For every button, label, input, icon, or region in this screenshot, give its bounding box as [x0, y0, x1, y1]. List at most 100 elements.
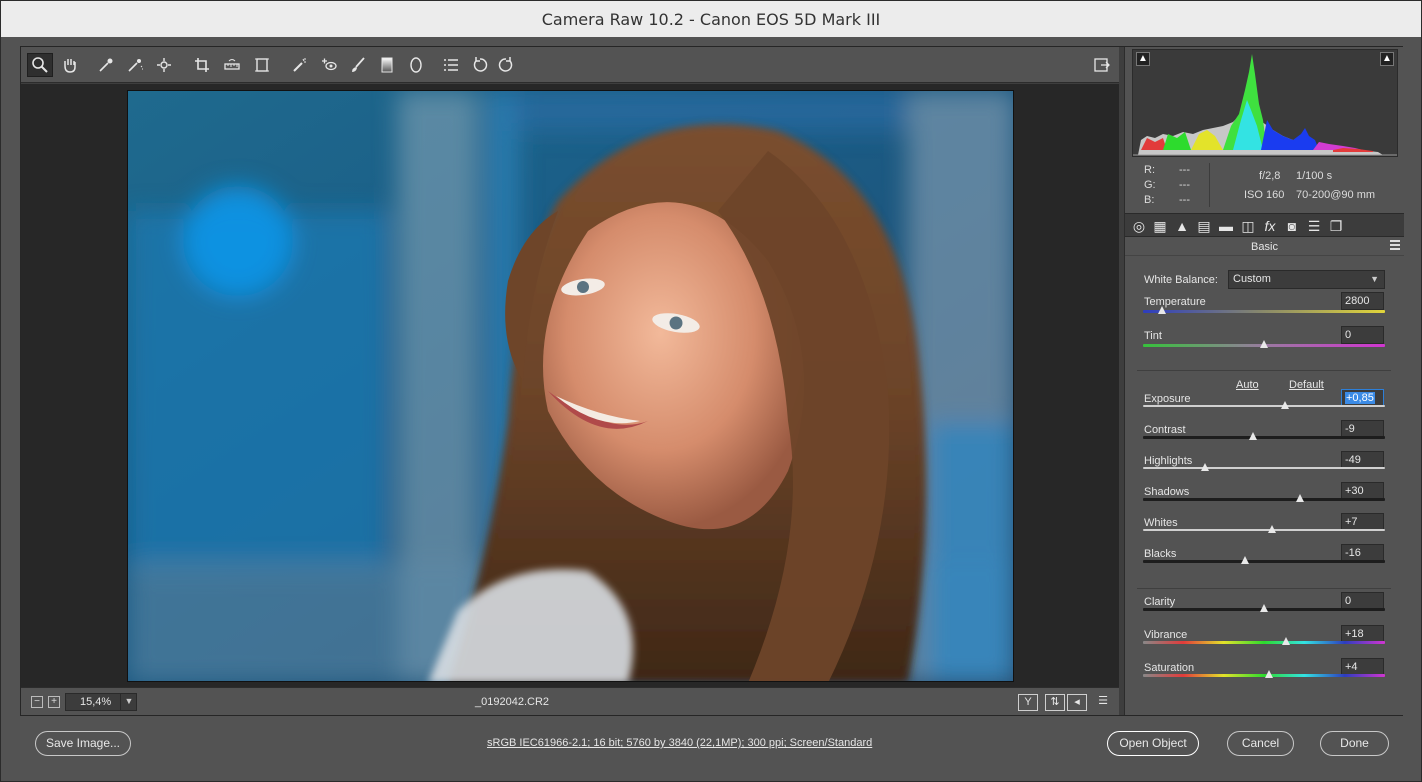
- transform-icon[interactable]: [249, 53, 275, 77]
- temperature-value: 2800: [1345, 295, 1370, 307]
- clarity-label: Clarity: [1144, 596, 1176, 608]
- vibrance-slider-thumb[interactable]: [1281, 637, 1290, 645]
- effects-tab-icon[interactable]: fx: [1261, 217, 1279, 235]
- basic-tab-icon[interactable]: ◎: [1130, 217, 1148, 235]
- presets-tab-icon[interactable]: ☰: [1305, 217, 1323, 235]
- exposure-label: Exposure: [1144, 393, 1191, 405]
- temperature-slider-track[interactable]: [1143, 310, 1385, 313]
- highlights-slider-thumb[interactable]: [1200, 463, 1209, 471]
- contrast-label: Contrast: [1144, 424, 1186, 436]
- graduated-filter-icon[interactable]: [374, 53, 400, 77]
- swap-settings-icon[interactable]: ⇅: [1045, 694, 1065, 711]
- blacks-label: Blacks: [1144, 548, 1177, 560]
- tint-value-input[interactable]: 0: [1341, 326, 1384, 344]
- tint-value: 0: [1345, 329, 1352, 341]
- radial-filter-icon[interactable]: [403, 53, 429, 77]
- temperature-slider-thumb[interactable]: [1158, 306, 1167, 314]
- saturation-value: +4: [1345, 661, 1358, 673]
- temperature-label: Temperature: [1144, 296, 1206, 308]
- blacks-slider-thumb[interactable]: [1240, 556, 1249, 564]
- rotate-ccw-icon[interactable]: [467, 53, 493, 77]
- clarity-slider-thumb[interactable]: [1260, 604, 1268, 612]
- straighten-icon[interactable]: [219, 53, 245, 77]
- exposure-slider-track[interactable]: [1143, 405, 1385, 407]
- red-eye-icon[interactable]: [316, 53, 342, 77]
- rotate-cw-icon[interactable]: [493, 53, 519, 77]
- contrast-value: -9: [1345, 423, 1355, 435]
- iso: ISO 160: [1244, 189, 1285, 201]
- g-label: G:: [1144, 179, 1156, 191]
- tint-slider-thumb[interactable]: [1260, 340, 1268, 348]
- magnifier-icon[interactable]: [27, 53, 53, 77]
- camera-raw-window: Camera Raw 10.2 - Canon EOS 5D Mark III: [0, 0, 1422, 782]
- eyedropper-icon[interactable]: [93, 53, 119, 77]
- zoom-out-button[interactable]: −: [31, 696, 43, 708]
- shutter-speed: 1/100 s: [1296, 170, 1333, 182]
- info-divider: [1209, 163, 1210, 207]
- shadows-slider-track[interactable]: [1143, 498, 1385, 501]
- highlights-slider-track[interactable]: [1143, 467, 1385, 469]
- blacks-slider-track[interactable]: [1143, 560, 1385, 563]
- shadows-value: +30: [1345, 485, 1364, 497]
- hand-icon[interactable]: [57, 53, 83, 77]
- white-balance-select[interactable]: Custom ▼: [1228, 270, 1385, 289]
- file-name: _0192042.CR2: [475, 696, 550, 708]
- whites-slider-track[interactable]: [1143, 529, 1385, 531]
- b-value: ---: [1179, 194, 1190, 206]
- target-adjust-icon[interactable]: [151, 53, 177, 77]
- contrast-slider-track[interactable]: [1143, 436, 1385, 439]
- preview-preferences-icon[interactable]: ☰: [1093, 694, 1113, 711]
- whites-slider-thumb[interactable]: [1268, 525, 1277, 533]
- hsl-tab-icon[interactable]: ▤: [1195, 217, 1213, 235]
- section-divider: [1137, 370, 1391, 371]
- brush-icon[interactable]: [345, 53, 371, 77]
- panel-tabs: ◎ ▦ ▲ ▤ ▬ ◫ fx ◙ ☰ ❐: [1125, 213, 1404, 237]
- shadow-clipping-icon[interactable]: ▲: [1136, 52, 1150, 66]
- save-image-button[interactable]: Save Image...: [35, 731, 131, 756]
- open-object-button[interactable]: Open Object: [1107, 731, 1199, 756]
- aperture: f/2,8: [1259, 170, 1281, 182]
- highlights-value: -49: [1345, 454, 1361, 466]
- toolbar: [21, 47, 1119, 83]
- portrait-image: [128, 91, 1013, 681]
- color-sampler-icon[interactable]: [122, 53, 148, 77]
- shadows-slider-thumb[interactable]: [1296, 494, 1305, 502]
- snapshots-tab-icon[interactable]: ❐: [1327, 217, 1345, 235]
- shadows-label: Shadows: [1144, 486, 1190, 498]
- vibrance-slider-track[interactable]: [1143, 641, 1385, 644]
- saturation-slider-thumb[interactable]: [1264, 670, 1273, 678]
- lens: 70-200@90 mm: [1296, 189, 1376, 201]
- chevron-down-icon[interactable]: ▼: [120, 693, 137, 711]
- temperature-value-input[interactable]: 2800: [1341, 292, 1384, 310]
- preview-status-bar: − + 15,4% ▼ _0192042.CR2 Y ⇅ ◂ ☰: [21, 687, 1119, 715]
- spot-removal-icon[interactable]: [287, 53, 313, 77]
- detail-tab-icon[interactable]: ▲: [1173, 217, 1191, 235]
- calibration-tab-icon[interactable]: ◙: [1283, 217, 1301, 235]
- done-button[interactable]: Done: [1320, 731, 1389, 756]
- panel-menu-icon[interactable]: [1390, 240, 1400, 250]
- crop-icon[interactable]: [189, 53, 215, 77]
- split-toning-tab-icon[interactable]: ▬: [1217, 217, 1235, 235]
- tint-label: Tint: [1144, 330, 1162, 342]
- default-link[interactable]: Default: [1289, 379, 1324, 391]
- zoom-level: 15,4%: [80, 696, 112, 708]
- photo-preview[interactable]: [127, 90, 1014, 682]
- view-mode-button[interactable]: Y: [1018, 694, 1038, 711]
- work-area: − + 15,4% ▼ _0192042.CR2 Y ⇅ ◂ ☰ ▲ ▲ R: …: [20, 46, 1404, 716]
- lens-tab-icon[interactable]: ◫: [1239, 217, 1257, 235]
- highlight-clipping-icon[interactable]: ▲: [1380, 52, 1394, 66]
- zoom-in-button[interactable]: +: [48, 696, 60, 708]
- preview-area: [21, 84, 1119, 687]
- auto-link[interactable]: Auto: [1236, 379, 1259, 391]
- copy-settings-icon[interactable]: ◂: [1067, 694, 1087, 711]
- workflow-options-link[interactable]: sRGB IEC61966-2.1; 16 bit; 5760 by 3840 …: [487, 737, 872, 749]
- tone-curve-tab-icon[interactable]: ▦: [1151, 217, 1169, 235]
- cancel-button[interactable]: Cancel: [1227, 731, 1294, 756]
- exposure-slider-thumb[interactable]: [1280, 401, 1289, 409]
- contrast-slider-thumb[interactable]: [1249, 432, 1258, 440]
- fullscreen-icon[interactable]: [1089, 53, 1115, 77]
- panel-title-text: Basic: [1251, 241, 1278, 253]
- list-icon[interactable]: [438, 53, 464, 77]
- whites-label: Whites: [1144, 517, 1178, 529]
- vibrance-value: +18: [1345, 628, 1364, 640]
